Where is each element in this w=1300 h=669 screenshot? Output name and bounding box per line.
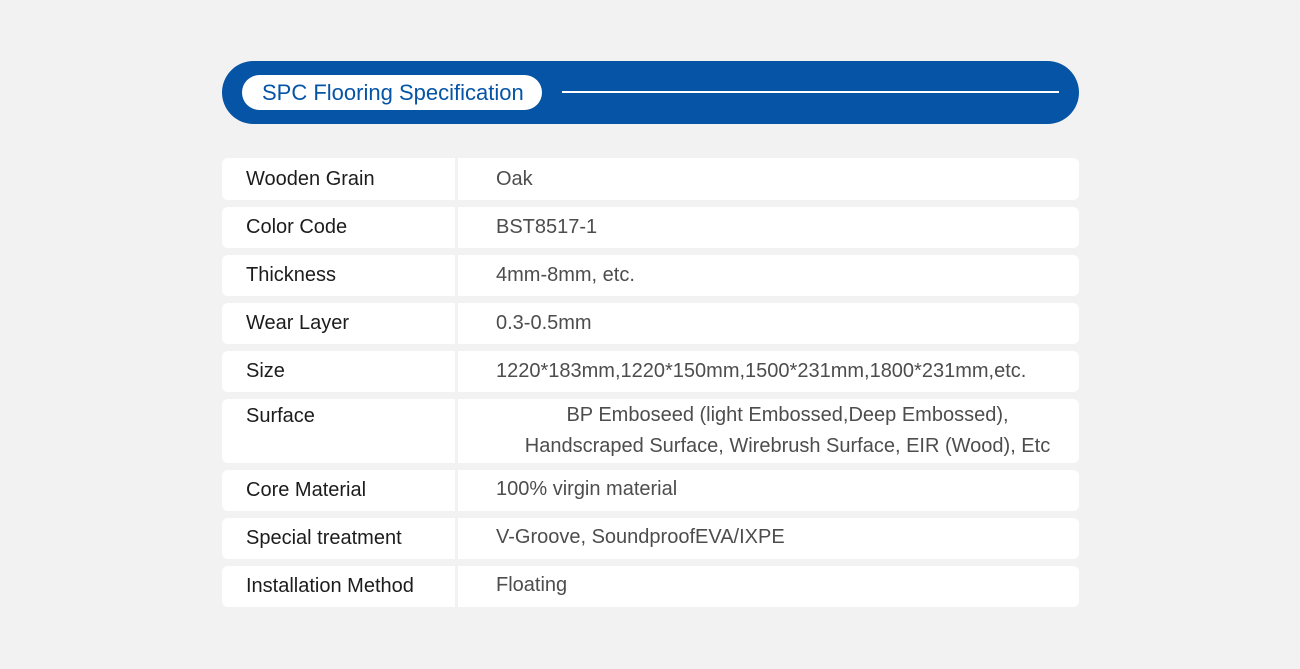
spec-table: Wooden Grain Oak Color Code BST8517-1 Th…	[222, 158, 1079, 614]
spec-value: BP Emboseed (light Embossed,Deep Embosse…	[458, 399, 1079, 463]
spec-value-line: Handscraped Surface, Wirebrush Surface, …	[524, 435, 1051, 457]
spec-row-surface: Surface BP Emboseed (light Embossed,Deep…	[222, 399, 1079, 463]
spec-label: Wear Layer	[222, 303, 458, 344]
spec-value: 4mm-8mm, etc.	[496, 264, 635, 286]
spec-title: SPC Flooring Specification	[242, 75, 542, 110]
spec-label: Wooden Grain	[222, 158, 458, 200]
header-divider-line	[562, 91, 1059, 93]
spec-value: Floating	[496, 574, 568, 596]
spec-label: Surface	[222, 399, 458, 463]
spec-label: Thickness	[222, 255, 458, 296]
spec-label: Special treatment	[222, 518, 458, 559]
spec-label: Size	[222, 351, 458, 392]
spec-value: 100% virgin material	[496, 478, 678, 500]
spec-row-installation-method: Installation Method Floating	[222, 566, 1079, 607]
spec-value: Oak	[496, 167, 533, 190]
spec-row-special-treatment: Special treatment V-Groove, SoundproofEV…	[222, 518, 1079, 559]
spec-row-wooden-grain: Wooden Grain Oak	[222, 158, 1079, 200]
spec-row-size: Size 1220*183mm,1220*150mm,1500*231mm,18…	[222, 351, 1079, 392]
spec-row-wear-layer: Wear Layer 0.3-0.5mm	[222, 303, 1079, 344]
spec-row-thickness: Thickness 4mm-8mm, etc.	[222, 255, 1079, 296]
spec-label: Installation Method	[222, 566, 458, 607]
spec-row-core-material: Core Material 100% virgin material	[222, 470, 1079, 511]
spec-value: V-Groove, SoundproofEVA/IXPE	[496, 526, 785, 548]
spec-label: Core Material	[222, 470, 458, 511]
spec-value: 1220*183mm,1220*150mm,1500*231mm,1800*23…	[496, 360, 1027, 382]
spec-value: BST8517-1	[496, 216, 598, 238]
spec-label: Color Code	[222, 207, 458, 248]
spec-row-color-code: Color Code BST8517-1	[222, 207, 1079, 248]
spec-value: 0.3-0.5mm	[496, 312, 592, 334]
spec-value-line: BP Emboseed (light Embossed,Deep Embosse…	[566, 404, 1009, 426]
spec-header-banner: SPC Flooring Specification	[222, 61, 1079, 124]
